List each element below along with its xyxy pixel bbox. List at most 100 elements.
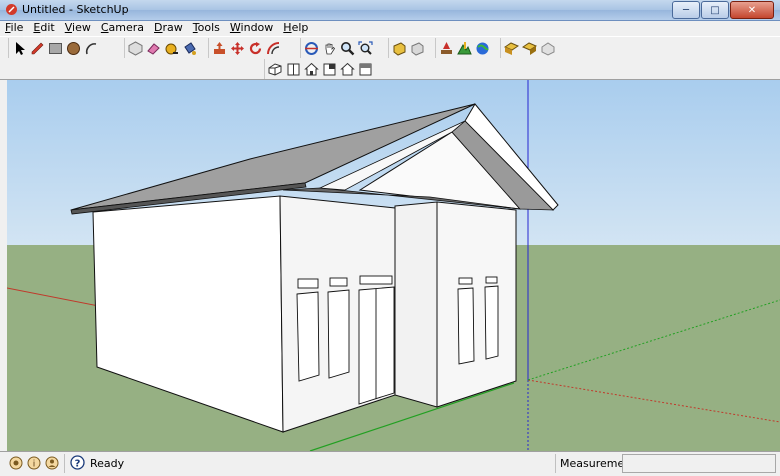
- arc-tool-button[interactable]: [83, 40, 100, 57]
- window-title: Untitled - SketchUp: [22, 3, 129, 16]
- drawing-viewport[interactable]: [7, 80, 780, 451]
- close-icon: ✕: [747, 4, 757, 16]
- menu-file[interactable]: File: [0, 21, 28, 35]
- circle-tool-button[interactable]: [65, 40, 82, 57]
- iso-house-icon: [268, 62, 282, 76]
- porch-window[interactable]: [484, 285, 499, 360]
- front-window[interactable]: [296, 291, 320, 382]
- status-separator: [555, 454, 556, 473]
- transom-window[interactable]: [329, 277, 348, 287]
- porch-side-wall[interactable]: [394, 201, 438, 408]
- status-message: Ready: [90, 457, 125, 470]
- title-bar: Untitled - SketchUp ─ □ ✕: [0, 0, 780, 21]
- close-button[interactable]: ✕: [730, 1, 774, 19]
- eraser-tool-button[interactable]: [145, 40, 162, 57]
- share-model-button[interactable]: [409, 40, 426, 57]
- eraser-icon: [147, 42, 160, 55]
- user-account-icon[interactable]: [45, 456, 59, 470]
- menu-window[interactable]: Window: [225, 21, 278, 35]
- add-location-icon: [441, 41, 452, 54]
- globe-icon: [476, 42, 489, 54]
- left-view-icon: [359, 63, 372, 75]
- right-view-button[interactable]: [321, 61, 338, 78]
- place-model-icon: [541, 41, 555, 56]
- front-view-button[interactable]: [303, 61, 320, 78]
- move-tool-button[interactable]: [229, 40, 246, 57]
- zoom-tool-button[interactable]: [339, 40, 356, 57]
- 3d-scene[interactable]: [7, 80, 780, 451]
- status-bar: i ? Ready Measurements: [0, 451, 780, 476]
- pencil-tool-button[interactable]: [29, 40, 46, 57]
- tape-measure-button[interactable]: [163, 40, 180, 57]
- rectangle-tool-button[interactable]: [47, 40, 64, 57]
- zoom-extents-icon: [358, 40, 373, 55]
- measurements-input[interactable]: [622, 454, 776, 473]
- sketchup-window: Untitled - SketchUp ─ □ ✕ File Edit View…: [0, 0, 780, 476]
- warehouse-tools-group: [388, 38, 427, 58]
- front-house-icon: [304, 62, 319, 75]
- transom-window[interactable]: [458, 277, 473, 285]
- rotate-icon: [249, 41, 262, 54]
- component-icon: [128, 40, 143, 56]
- top-view-button[interactable]: [285, 61, 302, 78]
- views-toolbar: [0, 58, 780, 80]
- share-component-button[interactable]: [521, 40, 538, 57]
- maximize-button[interactable]: □: [701, 1, 729, 19]
- paint-bucket-icon: [184, 41, 196, 55]
- component-tools-group: [500, 38, 557, 58]
- credits-icon[interactable]: i: [27, 456, 41, 470]
- orbit-icon: [305, 41, 318, 55]
- menu-help[interactable]: Help: [278, 21, 313, 35]
- get-photo-texture-button[interactable]: [503, 40, 520, 57]
- hand-icon: [325, 43, 336, 54]
- camera-tools-group: [300, 38, 375, 58]
- pan-tool-button[interactable]: [321, 40, 338, 57]
- left-view-button[interactable]: [357, 61, 374, 78]
- back-house-icon: [340, 62, 355, 75]
- transom-window[interactable]: [359, 275, 393, 285]
- share-component-icon: [522, 41, 537, 55]
- porch-window[interactable]: [457, 287, 475, 365]
- menu-edit[interactable]: Edit: [28, 21, 59, 35]
- menu-draw[interactable]: Draw: [149, 21, 188, 35]
- select-tool-button[interactable]: [11, 40, 28, 57]
- menu-tools[interactable]: Tools: [188, 21, 225, 35]
- edit-tools-group: [124, 38, 199, 58]
- front-door[interactable]: [358, 286, 395, 405]
- geo-location-icon[interactable]: [9, 456, 23, 470]
- porch-front-wall[interactable]: [436, 201, 517, 408]
- status-separator: [64, 454, 65, 473]
- orbit-tool-button[interactable]: [303, 40, 320, 57]
- circle-icon: [67, 41, 80, 55]
- add-location-button[interactable]: [438, 40, 455, 57]
- make-component-button[interactable]: [127, 40, 144, 57]
- offset-tool-button[interactable]: [265, 40, 282, 57]
- paint-bucket-button[interactable]: [181, 40, 198, 57]
- zoom-extents-button[interactable]: [357, 40, 374, 57]
- place-model-button[interactable]: [539, 40, 556, 57]
- minimize-button[interactable]: ─: [672, 1, 700, 19]
- right-view-icon: [323, 63, 336, 75]
- transom-window[interactable]: [297, 278, 319, 289]
- svg-text:?: ?: [75, 459, 81, 470]
- sketchup-logo-icon: [5, 3, 18, 16]
- menu-camera[interactable]: Camera: [96, 21, 149, 35]
- instructor-help-icon[interactable]: ?: [70, 455, 85, 470]
- rotate-tool-button[interactable]: [247, 40, 264, 57]
- toggle-terrain-button[interactable]: [456, 40, 473, 57]
- menu-view[interactable]: View: [60, 21, 96, 35]
- transom-window[interactable]: [485, 276, 498, 284]
- front-window[interactable]: [327, 289, 350, 379]
- top-view-icon: [287, 63, 300, 75]
- push-pull-button[interactable]: [211, 40, 228, 57]
- share-model-icon: [411, 41, 424, 56]
- modify-tools-group: [208, 38, 283, 58]
- get-models-button[interactable]: [391, 40, 408, 57]
- standard-views-group: [264, 59, 375, 79]
- iso-view-button[interactable]: [267, 61, 284, 78]
- move-icon: [231, 41, 244, 55]
- maximize-icon: □: [710, 4, 720, 16]
- zoom-icon: [341, 41, 355, 55]
- back-view-button[interactable]: [339, 61, 356, 78]
- google-earth-button[interactable]: [474, 40, 491, 57]
